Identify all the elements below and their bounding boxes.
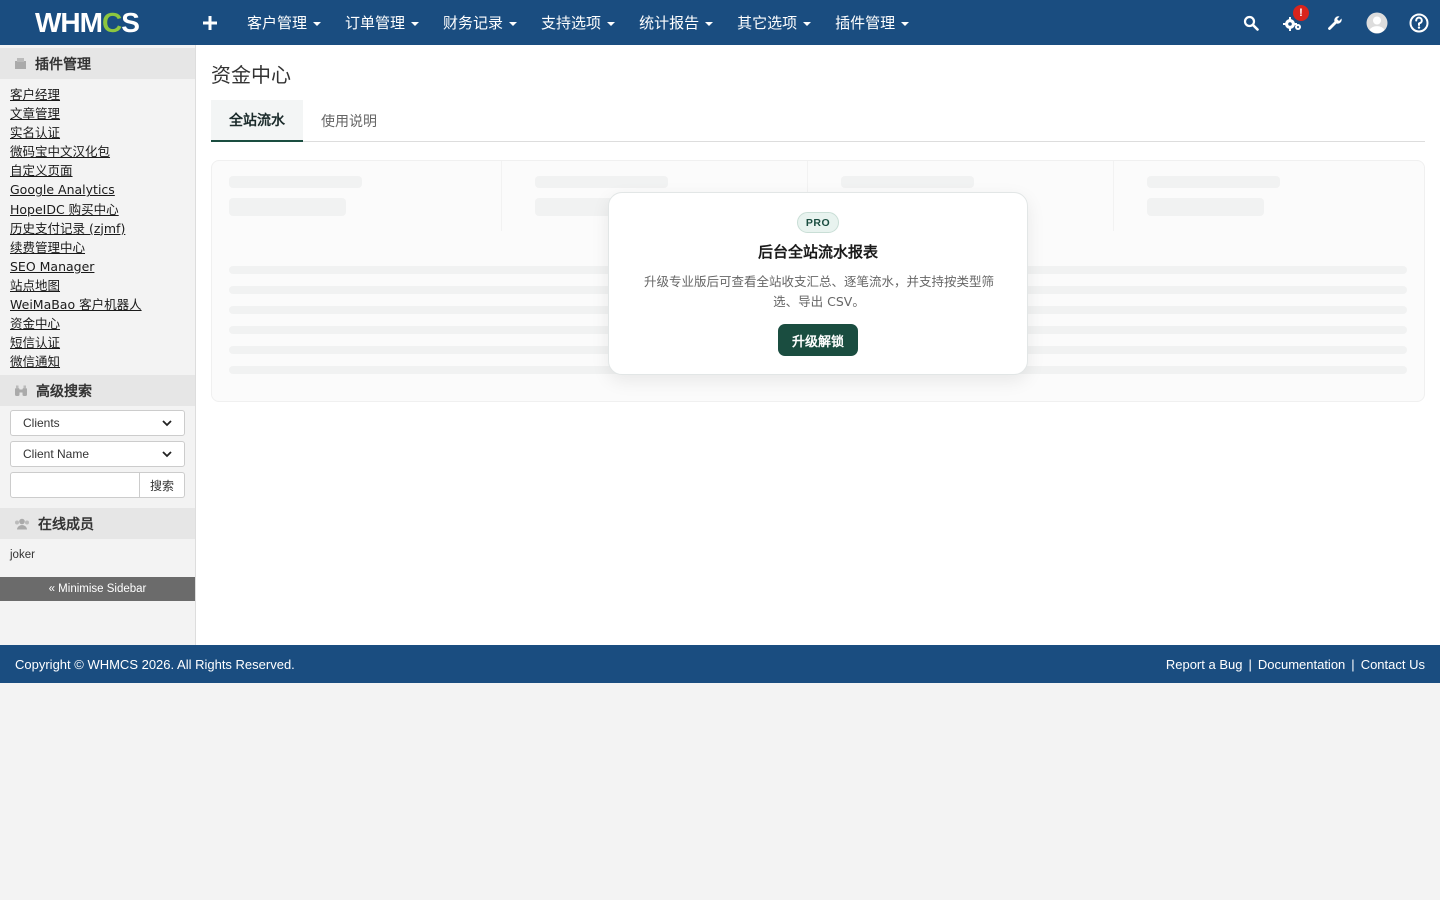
sidebar-addon-link[interactable]: WeiMaBao 客户机器人 bbox=[10, 295, 195, 314]
sidebar-addon-link[interactable]: 续费管理中心 bbox=[10, 238, 195, 257]
skeleton-stat-card bbox=[212, 161, 502, 231]
sidebar-addon-link[interactable]: Google Analytics bbox=[10, 180, 195, 199]
sidebar-addon-link[interactable]: 客户经理 bbox=[10, 85, 195, 104]
online-user: joker bbox=[10, 549, 35, 562]
sidebar: 插件管理 客户经理 文章管理 实名认证 微码宝中文汉化包 自定义页面 Google Ana… bbox=[0, 45, 196, 645]
upgrade-unlock-button[interactable]: 升级解锁 bbox=[778, 324, 858, 356]
sidebar-addon-link[interactable]: 短信认证 bbox=[10, 333, 195, 352]
footer-separator: | bbox=[1351, 656, 1355, 672]
upgrade-description: 升级专业版后可查看全站收支汇总、逐笔流水，并支持按类型筛选、导出 CSV。 bbox=[643, 274, 994, 309]
minimise-sidebar-button[interactable]: « Minimise Sidebar bbox=[0, 577, 195, 602]
nav-label: 其它选项 bbox=[737, 14, 798, 32]
footer-separator: | bbox=[1248, 656, 1252, 672]
footer-links: Report a Bug | Documentation | Contact U… bbox=[1166, 657, 1425, 672]
advanced-search-title: 高级搜索 bbox=[36, 383, 92, 400]
main-menu: 客户管理 订单管理 财务记录 支持选项 统计报告 其它选项 插件管理 bbox=[235, 0, 921, 45]
sidebar-addon-link[interactable]: 微码宝中文汉化包 bbox=[10, 142, 195, 161]
search-button[interactable]: 搜索 bbox=[140, 472, 185, 499]
report-bug-link[interactable]: Report a Bug bbox=[1166, 657, 1243, 672]
addons-panel-header: 插件管理 bbox=[0, 48, 195, 79]
sidebar-addon-link[interactable]: 文章管理 bbox=[10, 104, 195, 123]
logo-text-end: S bbox=[121, 6, 140, 38]
binoculars-icon bbox=[14, 385, 28, 397]
online-staff-header: 在线成员 bbox=[0, 508, 195, 540]
nav-utilities[interactable]: 其它选项 bbox=[725, 0, 823, 45]
documentation-link[interactable]: Documentation bbox=[1258, 657, 1345, 672]
nav-reports[interactable]: 统计报告 bbox=[627, 0, 725, 45]
nav-label: 客户管理 bbox=[247, 14, 308, 32]
page-title: 资金中心 bbox=[211, 63, 291, 87]
search-field-value: Client Name bbox=[23, 447, 90, 462]
sidebar-addon-link[interactable]: 资金中心 bbox=[10, 314, 195, 333]
caret-down-icon bbox=[607, 21, 616, 26]
caret-down-icon bbox=[705, 21, 714, 26]
upgrade-title: 后台全站流水报表 bbox=[757, 243, 878, 261]
top-navbar: WHMCS 客户管理 订单管理 财务记录 支持选项 统计报告 其它选项 插件管理… bbox=[0, 0, 1440, 45]
tab-usage-guide[interactable]: 使用说明 bbox=[303, 100, 395, 142]
cube-icon bbox=[14, 57, 27, 70]
nav-orders[interactable]: 订单管理 bbox=[333, 0, 431, 45]
caret-down-icon bbox=[509, 21, 518, 26]
logo-gear: C bbox=[101, 6, 122, 38]
sidebar-addon-link[interactable]: 实名认证 bbox=[10, 123, 195, 142]
skeleton-stat-card bbox=[1130, 161, 1420, 231]
nav-clients[interactable]: 客户管理 bbox=[235, 0, 333, 45]
cogs-icon[interactable]: ! bbox=[1272, 0, 1314, 45]
contact-us-link[interactable]: Contact Us bbox=[1361, 657, 1425, 672]
help-icon[interactable] bbox=[1398, 0, 1440, 45]
copyright-text: Copyright © WHMCS 2026. All Rights Reser… bbox=[15, 656, 295, 672]
search-icon[interactable] bbox=[1230, 0, 1272, 45]
search-field-select[interactable]: Client Name bbox=[10, 441, 185, 468]
search-row: 搜索 bbox=[10, 472, 185, 499]
tab-bar: 全站流水 使用说明 bbox=[211, 100, 1425, 142]
search-type-select[interactable]: Clients bbox=[10, 410, 185, 437]
caret-down-icon bbox=[411, 21, 420, 26]
sidebar-addon-link[interactable]: SEO Manager bbox=[10, 257, 195, 276]
tab-ledger[interactable]: 全站流水 bbox=[211, 100, 303, 142]
plus-icon[interactable] bbox=[203, 10, 217, 36]
nav-addons[interactable]: 插件管理 bbox=[823, 0, 921, 45]
sidebar-addon-link[interactable]: HopeIDC 购买中心 bbox=[10, 200, 195, 219]
caret-down-icon bbox=[313, 21, 322, 26]
nav-billing[interactable]: 财务记录 bbox=[431, 0, 529, 45]
search-type-value: Clients bbox=[23, 416, 60, 431]
chevron-down-icon bbox=[162, 451, 172, 458]
caret-down-icon bbox=[901, 21, 910, 26]
user-avatar-icon[interactable] bbox=[1356, 0, 1398, 45]
search-input[interactable] bbox=[10, 472, 140, 499]
online-staff-list: joker bbox=[0, 539, 195, 577]
notification-badge: ! bbox=[1293, 5, 1309, 21]
addons-panel-title: 插件管理 bbox=[35, 56, 91, 73]
users-icon bbox=[14, 518, 30, 530]
addons-link-list: 客户经理 文章管理 实名认证 微码宝中文汉化包 自定义页面 Google Analytic… bbox=[0, 79, 195, 375]
sidebar-addon-link[interactable]: 微信通知 bbox=[10, 352, 195, 371]
nav-label: 支持选项 bbox=[541, 14, 602, 32]
upgrade-card: PRO 后台全站流水报表 升级专业版后可查看全站收支汇总、逐笔流水，并支持按类型… bbox=[608, 192, 1028, 375]
nav-label: 订单管理 bbox=[345, 14, 406, 32]
whmcs-logo[interactable]: WHMCS bbox=[0, 0, 195, 45]
nav-support[interactable]: 支持选项 bbox=[529, 0, 627, 45]
logo-text: WHM bbox=[35, 6, 103, 38]
online-staff-title: 在线成员 bbox=[38, 516, 94, 533]
chevron-down-icon bbox=[162, 420, 172, 427]
nav-label: 财务记录 bbox=[443, 14, 504, 32]
nav-label: 统计报告 bbox=[639, 14, 700, 32]
advanced-search-form: Clients Client Name 搜索 bbox=[0, 406, 195, 499]
advanced-search-header: 高级搜索 bbox=[0, 375, 195, 407]
pro-badge: PRO bbox=[797, 212, 839, 233]
wrench-icon[interactable] bbox=[1314, 0, 1356, 45]
caret-down-icon bbox=[803, 21, 812, 26]
sidebar-addon-link[interactable]: 站点地图 bbox=[10, 276, 195, 295]
footer: Copyright © WHMCS 2026. All Rights Reser… bbox=[0, 645, 1440, 683]
sidebar-addon-link[interactable]: 自定义页面 bbox=[10, 161, 195, 180]
main-content: 资金中心 全站流水 使用说明 PRO 后台全站流水报表 升级专业版后可查看全站收… bbox=[196, 45, 1440, 645]
nav-right-icons: ! bbox=[1230, 0, 1440, 45]
nav-label: 插件管理 bbox=[835, 14, 896, 32]
sidebar-addon-link[interactable]: 历史支付记录 (zjmf) bbox=[10, 219, 195, 238]
